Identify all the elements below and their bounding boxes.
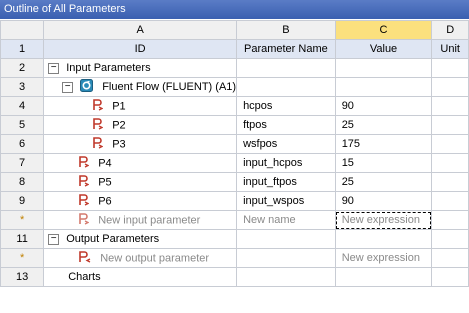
row-number[interactable]: 13	[0, 267, 45, 287]
column-header-c[interactable]: C	[334, 20, 433, 40]
row-number[interactable]: 8	[0, 172, 45, 192]
table-row[interactable]: 4 P1 hcpos 90	[0, 96, 469, 116]
row-number[interactable]: 9	[0, 191, 45, 211]
table-row[interactable]: 5 P2 ftpos 25	[0, 115, 469, 135]
table-row[interactable]: 2 − Input Parameters	[0, 58, 469, 78]
parameter-icon	[78, 174, 90, 190]
header-id: ID	[43, 39, 238, 59]
table-row[interactable]: 3 − Fluent Flow (FLUENT) (A1)	[0, 77, 469, 97]
row-number[interactable]: 5	[0, 115, 45, 135]
table-row[interactable]: 9 P6 input_wspos 90	[0, 191, 469, 211]
unit-cell[interactable]	[431, 191, 469, 211]
row-number[interactable]: 2	[0, 58, 45, 78]
table-row[interactable]: 6 P3 wsfpos 175	[0, 134, 469, 154]
header-value: Value	[334, 39, 433, 59]
parameter-id: P2	[112, 118, 126, 131]
row-number[interactable]: 3	[0, 77, 45, 97]
parameters-outline-window: Outline of All Parameters A B C D 1 ID P…	[0, 0, 469, 313]
new-output-expression-field[interactable]: New expression	[334, 248, 433, 268]
unit-cell[interactable]	[431, 210, 469, 230]
fluent-system-icon	[80, 79, 94, 95]
value-cell[interactable]: 90	[334, 96, 433, 116]
parameter-icon	[78, 155, 90, 171]
row-number[interactable]: 7	[0, 153, 45, 173]
parameter-icon	[92, 136, 104, 152]
row-number[interactable]: 11	[0, 229, 45, 249]
new-name-field[interactable]: New name	[236, 210, 336, 230]
unit-cell	[431, 248, 469, 268]
input-parameters-label: Input Parameters	[66, 62, 151, 74]
collapse-icon[interactable]: −	[48, 62, 60, 74]
parameter-name-cell[interactable]: wsfpos	[236, 134, 336, 154]
parameters-table: A B C D 1 ID Parameter Name Value Unit 2…	[0, 20, 469, 287]
header-unit: Unit	[431, 39, 469, 59]
table-row: 1 ID Parameter Name Value Unit	[0, 39, 469, 59]
table-row[interactable]: 8 P5 input_ftpos 25	[0, 172, 469, 192]
parameter-id: P5	[98, 175, 112, 188]
column-header-b[interactable]: B	[236, 20, 336, 40]
corner-cell[interactable]	[0, 20, 45, 40]
header-parameter-name: Parameter Name	[236, 39, 336, 59]
unit-cell[interactable]	[431, 153, 469, 173]
row-number[interactable]: *	[0, 210, 45, 230]
new-expression-field[interactable]: New expression	[334, 210, 433, 230]
unit-cell[interactable]	[431, 115, 469, 135]
fluent-flow-label: Fluent Flow (FLUENT) (A1)	[102, 80, 237, 93]
collapse-icon[interactable]: −	[48, 233, 60, 245]
unit-cell[interactable]	[431, 172, 469, 192]
output-parameters-label: Output Parameters	[66, 233, 160, 245]
table-row[interactable]: 7 P4 input_hcpos 15	[0, 153, 469, 173]
parameter-id: P4	[98, 156, 112, 169]
collapse-icon[interactable]: −	[62, 81, 74, 93]
parameter-name-cell[interactable]: input_hcpos	[236, 153, 336, 173]
parameter-name-cell[interactable]: hcpos	[236, 96, 336, 116]
new-output-parameter-field[interactable]: New output parameter	[100, 252, 209, 264]
value-cell[interactable]: 175	[334, 134, 433, 154]
parameter-name-cell[interactable]: input_ftpos	[236, 172, 336, 192]
new-output-parameter-icon	[78, 250, 91, 266]
table-row[interactable]: 13 Charts	[0, 267, 469, 287]
parameter-name-cell[interactable]: input_wspos	[236, 191, 336, 211]
parameter-id: P1	[112, 99, 126, 112]
row-number[interactable]: 1	[0, 39, 45, 59]
table-row[interactable]: * New output parameter New expression	[0, 248, 469, 268]
value-cell[interactable]: 25	[334, 115, 433, 135]
value-cell[interactable]: 90	[334, 191, 433, 211]
row-number[interactable]: 4	[0, 96, 45, 116]
new-input-parameter-field[interactable]: New input parameter	[98, 214, 200, 226]
charts-label[interactable]: Charts	[43, 267, 238, 287]
table-row[interactable]: * New input parameter New name New expre…	[0, 210, 469, 230]
parameter-icon	[92, 98, 104, 114]
window-title: Outline of All Parameters	[0, 0, 469, 19]
parameter-name-cell[interactable]: ftpos	[236, 115, 336, 135]
value-cell[interactable]: 15	[334, 153, 433, 173]
unit-cell[interactable]	[431, 96, 469, 116]
column-header-d[interactable]: D	[431, 20, 469, 40]
column-letter-row: A B C D	[0, 20, 469, 40]
unit-cell[interactable]	[431, 134, 469, 154]
value-cell[interactable]: 25	[334, 172, 433, 192]
row-number[interactable]: 6	[0, 134, 45, 154]
parameter-id: P6	[98, 194, 112, 207]
row-number[interactable]: *	[0, 248, 45, 268]
new-parameter-icon	[78, 212, 90, 228]
parameter-name-cell	[236, 248, 336, 268]
parameter-icon	[78, 193, 90, 209]
table-row[interactable]: 11 − Output Parameters	[0, 229, 469, 249]
column-header-a[interactable]: A	[43, 20, 238, 40]
parameter-id: P3	[112, 137, 126, 150]
parameter-icon	[92, 117, 104, 133]
